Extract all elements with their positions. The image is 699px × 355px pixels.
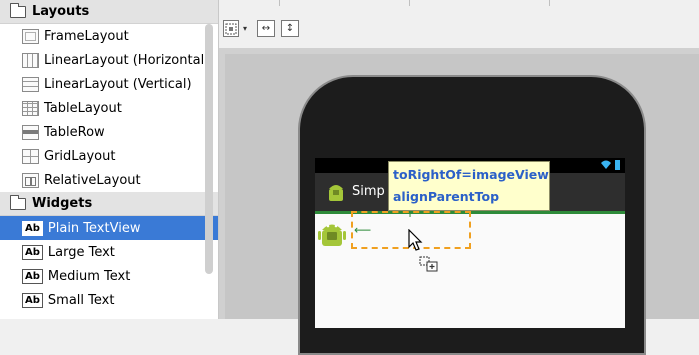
toolbar-divider bbox=[279, 0, 280, 6]
android-icon[interactable] bbox=[318, 218, 346, 250]
android-icon bbox=[329, 185, 343, 201]
palette-item-label: Plain TextView bbox=[47, 220, 141, 236]
toolbar-divider bbox=[549, 0, 550, 6]
palette-item-linearlayout-horizontal[interactable]: LinearLayout (Horizontal) bbox=[0, 48, 218, 72]
palette-item-label: LinearLayout (Horizontal) bbox=[44, 52, 210, 68]
table-row-icon bbox=[22, 124, 39, 140]
palette-item-framelayout[interactable]: FrameLayout bbox=[0, 24, 218, 48]
palette-item-tablerow[interactable]: TableRow bbox=[0, 120, 218, 144]
toolbar-divider bbox=[409, 0, 410, 6]
text-widget-icon: Ab bbox=[22, 292, 43, 308]
palette-item-relativelayout[interactable]: RelativeLayout bbox=[0, 168, 218, 192]
palette-item-linearlayout-vertical[interactable]: LinearLayout (Vertical) bbox=[0, 72, 218, 96]
zoom-dropdown-icon[interactable]: ▾ bbox=[241, 20, 249, 37]
folder-icon bbox=[9, 194, 26, 210]
palette-item-label: LinearLayout (Vertical) bbox=[44, 76, 192, 92]
tooltip-line-alignparenttop: alignParentTop bbox=[393, 189, 500, 204]
palette-item-gridlayout[interactable]: GridLayout bbox=[0, 144, 218, 168]
palette-item-label: FrameLayout bbox=[44, 28, 129, 44]
section-layouts[interactable]: Layouts bbox=[0, 0, 218, 24]
battery-icon bbox=[615, 160, 620, 170]
wifi-icon bbox=[601, 159, 611, 172]
tooltip-line-torightof: toRightOf=imageView bbox=[393, 167, 549, 182]
grid-layout-icon bbox=[22, 148, 39, 164]
frame-layout-icon bbox=[22, 28, 39, 44]
palette-item-label: Small Text bbox=[47, 292, 115, 308]
palette-item-label: Medium Text bbox=[47, 268, 131, 284]
app-title: Simp bbox=[352, 184, 385, 199]
linear-layout-vertical-icon bbox=[22, 76, 39, 92]
palette-item-label: RelativeLayout bbox=[44, 172, 141, 188]
section-label: Layouts bbox=[32, 4, 90, 19]
palette-item-small-text[interactable]: Ab Small Text bbox=[0, 288, 218, 312]
palette-item-large-text[interactable]: Ab Large Text bbox=[0, 240, 218, 264]
text-widget-icon: Ab bbox=[22, 220, 43, 236]
palette-item-label: GridLayout bbox=[44, 148, 116, 164]
section-label: Widgets bbox=[32, 196, 93, 211]
drag-copy-icon bbox=[419, 256, 438, 272]
match-height-icon[interactable]: ↕ bbox=[281, 20, 299, 37]
table-layout-icon bbox=[22, 100, 39, 116]
text-widget-icon: Ab bbox=[22, 268, 43, 284]
match-width-icon[interactable]: ↔ bbox=[257, 20, 275, 37]
palette-item-label: TableLayout bbox=[44, 100, 122, 116]
palette-item-medium-text[interactable]: Ab Medium Text bbox=[0, 264, 218, 288]
linear-layout-horizontal-icon bbox=[22, 52, 39, 68]
section-widgets[interactable]: Widgets bbox=[0, 192, 218, 216]
constraint-tooltip: toRightOf=imageView alignParentTop bbox=[388, 161, 550, 211]
zoom-to-fit-icon[interactable] bbox=[223, 20, 239, 37]
palette-item-label: Large Text bbox=[47, 244, 115, 260]
palette-item-plain-textview[interactable]: Ab Plain TextView bbox=[0, 216, 218, 240]
palette-item-tablelayout[interactable]: TableLayout bbox=[0, 96, 218, 120]
align-left-arrow-icon: ⟵ bbox=[354, 223, 372, 237]
relative-layout-icon bbox=[22, 172, 39, 188]
palette-panel: Layouts FrameLayout LinearLayout (Horizo… bbox=[0, 0, 219, 319]
palette-scrollbar[interactable] bbox=[205, 24, 213, 274]
folder-icon bbox=[9, 2, 26, 18]
palette-item-label: TableRow bbox=[44, 124, 105, 140]
mouse-cursor-icon bbox=[408, 229, 423, 251]
layout-toolbar: ▾ ↔ ↕ bbox=[219, 0, 699, 48]
text-widget-icon: Ab bbox=[22, 244, 43, 260]
